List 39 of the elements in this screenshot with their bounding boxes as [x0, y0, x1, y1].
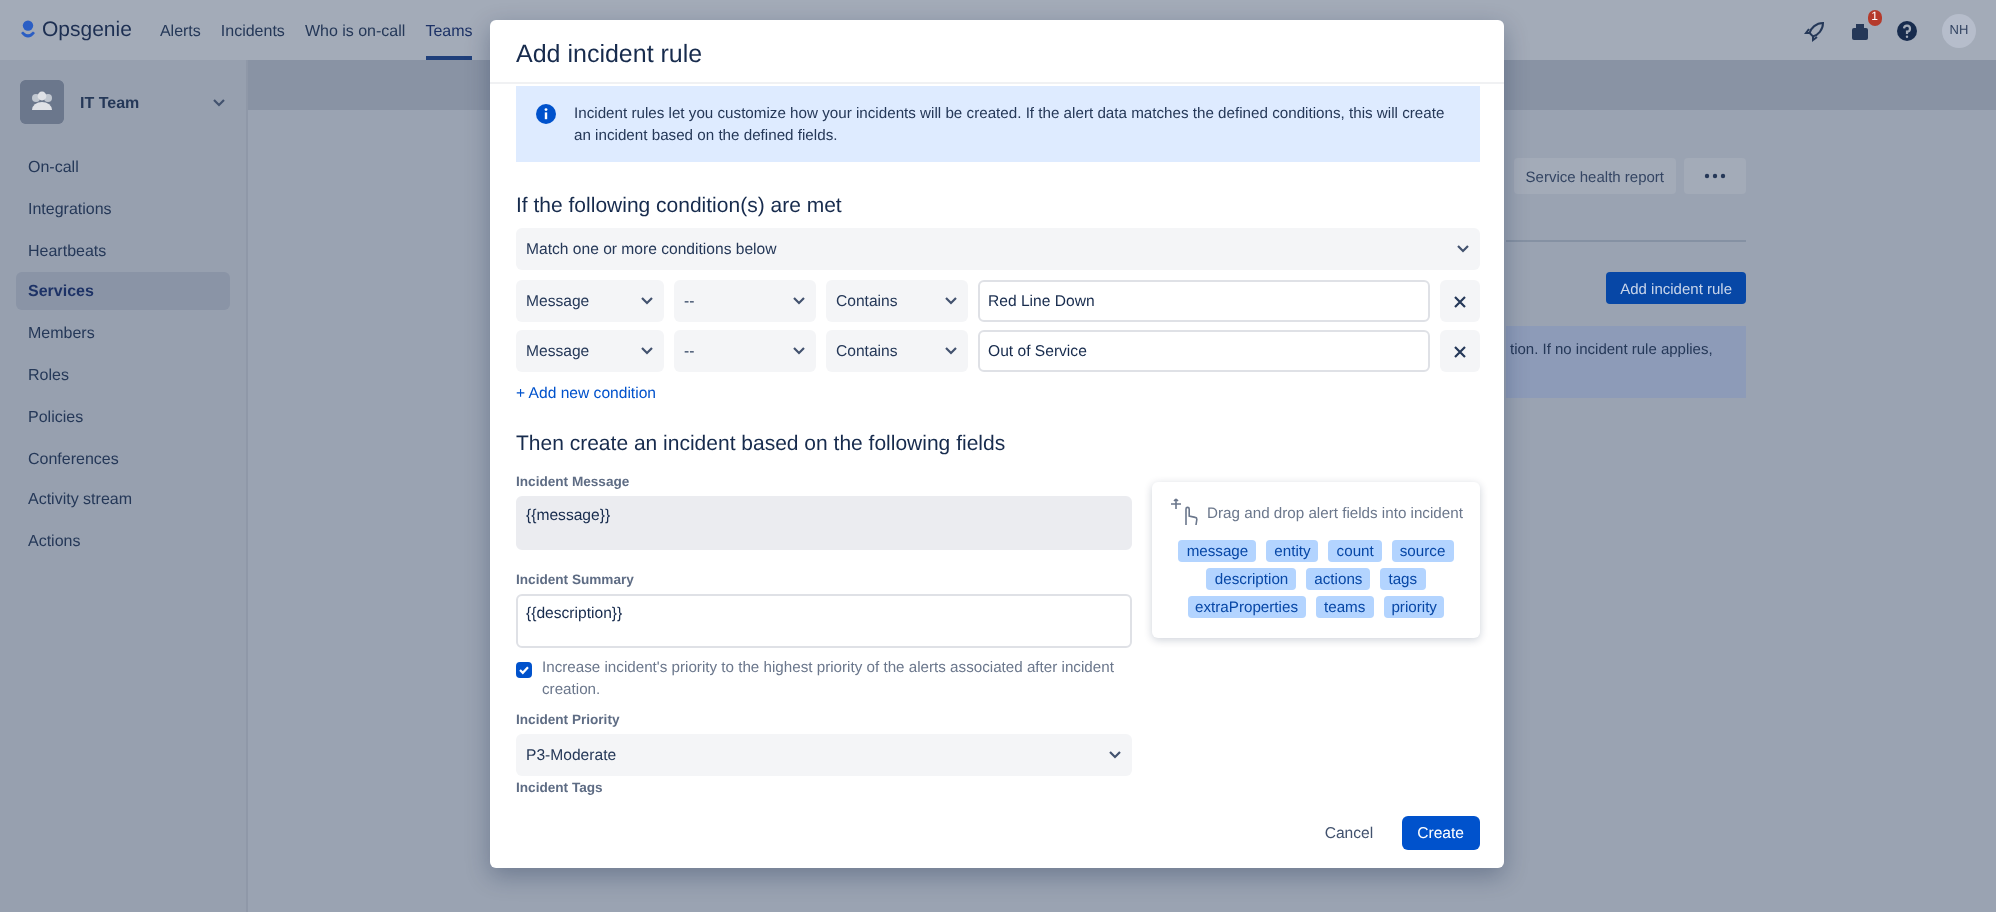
- sidebar-item[interactable]: Roles: [16, 355, 230, 394]
- section-heading: If the following condition(s) are met: [516, 194, 844, 218]
- team-chevron-icon: [212, 97, 226, 107]
- logo-icon: [20, 19, 36, 41]
- sidebar-item[interactable]: Policies: [16, 397, 230, 436]
- chevron-down-icon: [944, 296, 958, 306]
- dialog-title: Add incident rule: [490, 20, 1504, 84]
- remove-condition-button[interactable]: [1440, 330, 1480, 372]
- team-name[interactable]: IT Team: [80, 93, 140, 111]
- chevron-down-icon: [640, 346, 654, 356]
- sidebar-item[interactable]: Services: [16, 272, 230, 311]
- drag-hand-icon: [1169, 498, 1202, 526]
- sidebar-item[interactable]: Members: [16, 314, 230, 353]
- sidebar-item[interactable]: Activity stream: [16, 480, 230, 519]
- sidebar-item[interactable]: Actions: [16, 522, 230, 561]
- nav-tab[interactable]: Who is on-call: [304, 0, 406, 60]
- section-heading: Then create an incident based on the following fields: [516, 432, 1008, 456]
- chevron-down-icon: [944, 346, 958, 356]
- remove-condition-button[interactable]: [1440, 280, 1480, 322]
- rocket-icon[interactable]: [1804, 19, 1826, 41]
- help-icon[interactable]: [1896, 19, 1918, 41]
- app-logo-text: Opsgenie: [42, 18, 132, 42]
- checkbox[interactable]: [516, 662, 532, 678]
- sidebar-item[interactable]: Integrations: [16, 189, 230, 228]
- chevron-down-icon: [1456, 244, 1470, 254]
- chevron-down-icon: [792, 296, 806, 306]
- nav-tab[interactable]: Alerts: [159, 0, 201, 60]
- sidebar-item[interactable]: Heartbeats: [16, 231, 230, 270]
- team-icon: [20, 80, 64, 124]
- more-icon[interactable]: [1684, 158, 1746, 194]
- info-icon: [536, 104, 556, 124]
- sidebar-item[interactable]: Conferences: [16, 439, 230, 478]
- sidebar-item[interactable]: On-call: [16, 148, 230, 186]
- close-icon: [1454, 345, 1466, 357]
- chevron-down-icon: [640, 296, 654, 306]
- chevron-down-icon: [1108, 750, 1122, 761]
- nav-tab[interactable]: Incidents: [220, 0, 285, 60]
- chevron-down-icon: [792, 346, 806, 356]
- close-icon: [1454, 295, 1466, 307]
